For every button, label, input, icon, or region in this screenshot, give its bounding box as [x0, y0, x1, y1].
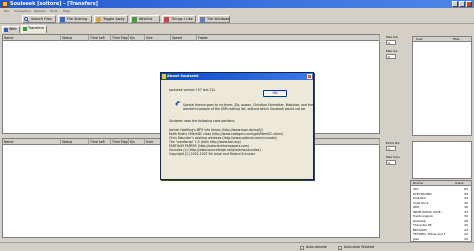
things-i-like-label: Things I Like	[171, 17, 193, 21]
like-icon	[164, 17, 169, 22]
col-size[interactable]: Size	[145, 35, 171, 41]
share-icon	[60, 17, 65, 22]
col-time-left[interactable]: Time Left	[89, 35, 111, 41]
col-name[interactable]: Name	[3, 35, 61, 41]
dialog-close-button[interactable]: x	[307, 74, 312, 79]
col-time-elapsed[interactable]: Time Elap.	[111, 35, 129, 41]
col-kbps[interactable]: K/s	[129, 35, 145, 41]
search-files-label: Search Files	[31, 17, 52, 21]
close-button[interactable]	[466, 1, 472, 7]
auto-clear-checkbox[interactable]: ✓	[338, 246, 342, 250]
menu-file[interactable]: File	[4, 9, 9, 13]
tile-icon	[200, 17, 205, 22]
version-text: soulseek version 157 test 12c	[169, 88, 216, 92]
max-ul-label: Max U/L	[386, 49, 399, 53]
window-tabstrip: Web Transfers	[0, 25, 474, 33]
dialog-title: About Soulseek	[167, 74, 199, 78]
max-dl-label: Max D/L	[386, 35, 399, 39]
max-dl-input[interactable]: 0	[386, 40, 396, 45]
about-dialog: About Soulseek x soulseek version 157 te…	[160, 72, 314, 180]
tab-transfers[interactable]: Transfers	[21, 25, 47, 33]
max-dls-label: Max D/Ls	[386, 155, 400, 159]
col-folder[interactable]: Folder	[197, 35, 380, 41]
auto-clear-label: Auto-clear finished	[344, 245, 375, 249]
menu-help[interactable]: Help	[63, 9, 70, 13]
menu-connection[interactable]: Connection	[14, 9, 31, 13]
transfer-icon	[23, 27, 27, 31]
dialog-app-icon	[162, 74, 166, 79]
toolbar: Search Files File Sharing Toggle Away Wi…	[0, 14, 474, 24]
auto-resume-label: Auto-resume	[306, 245, 327, 249]
toggle-away-label: Toggle Away	[103, 17, 125, 21]
user-col[interactable]: User	[416, 37, 423, 42]
window-titlebar: Soulseek [soltore] - [Transfers]	[0, 0, 474, 8]
portions-intro: Soulseek uses the following code portion…	[169, 119, 236, 123]
extra-dl-input[interactable]: 0	[386, 146, 396, 151]
search-files-button[interactable]: Search Files	[22, 15, 56, 23]
ok-button[interactable]: OK	[263, 90, 287, 97]
col-time-left[interactable]: Time Left	[89, 139, 111, 145]
soulseek-bird-icon	[175, 101, 181, 106]
wishlist-icon	[132, 17, 137, 22]
users-col[interactable]: Users	[455, 181, 463, 186]
tab-web[interactable]: Web	[2, 26, 20, 33]
toggle-away-button[interactable]: Toggle Away	[94, 15, 128, 23]
soulseek-app-icon	[2, 1, 8, 7]
extra-dl-label: Extra D/L	[386, 141, 400, 145]
rooms-col[interactable]: Rooms	[413, 181, 423, 186]
thanks-line-2: wonderful people of the SSM mailing list…	[183, 107, 306, 111]
tile-windows-label: Tile Windows	[207, 17, 230, 21]
copyright-text: Copyright (C) 2001-2007 Nir Arbel and Ro…	[169, 152, 255, 156]
web-icon	[4, 28, 8, 32]
col-status[interactable]: Status	[61, 35, 89, 41]
wishlist-label: Wishlist	[139, 17, 153, 21]
file-sharing-label: File Sharing	[67, 17, 88, 21]
tab-transfers-label: Transfers	[28, 26, 44, 30]
minimize-button[interactable]	[452, 1, 458, 7]
statusbar: ✓ Auto-resume ✓ Auto-clear finished	[0, 242, 474, 251]
tab-web-label: Web	[9, 27, 17, 31]
maximize-button[interactable]	[459, 1, 465, 7]
wishlist-button[interactable]: Wishlist	[130, 15, 160, 23]
things-i-like-button[interactable]: Things I Like	[162, 15, 196, 23]
auto-resume-checkbox[interactable]: ✓	[300, 246, 304, 250]
col-time-elapsed[interactable]: Time Elap.	[111, 139, 129, 145]
col-name[interactable]: Name	[3, 139, 61, 145]
away-icon	[96, 17, 101, 22]
list-item[interactable]: Jazz 20	[411, 237, 471, 242]
search-icon	[24, 17, 30, 23]
rooms-header: Rooms Users	[411, 181, 471, 186]
max-dls-input[interactable]: 0	[386, 160, 396, 165]
col-kbps[interactable]: K/s	[129, 139, 145, 145]
user-list[interactable]: User Files	[412, 36, 472, 136]
user-list-header: User Files	[413, 37, 471, 42]
tile-windows-button[interactable]: Tile Windows	[198, 15, 230, 23]
rooms-list[interactable]: Rooms Users IOO 83 ELECTRONIC 58 Ambient 44…	[410, 180, 472, 242]
window-title: Soulseek [soltore] - [Transfers]	[10, 1, 98, 7]
uploads-column-headers: Name Status Time Left Time Elap. K/s Siz…	[3, 35, 380, 41]
files-col[interactable]: Files	[453, 37, 460, 42]
file-sharing-button[interactable]: File Sharing	[58, 15, 92, 23]
col-speed[interactable]: Speed	[171, 35, 197, 41]
menu-tools[interactable]: Tools	[50, 9, 57, 13]
max-ul-input[interactable]: 0	[386, 54, 396, 59]
col-status[interactable]: Status	[61, 139, 89, 145]
dialog-titlebar: About Soulseek	[161, 73, 313, 80]
user-list-secondary[interactable]	[412, 141, 472, 179]
menu-options[interactable]: Options	[34, 9, 46, 13]
